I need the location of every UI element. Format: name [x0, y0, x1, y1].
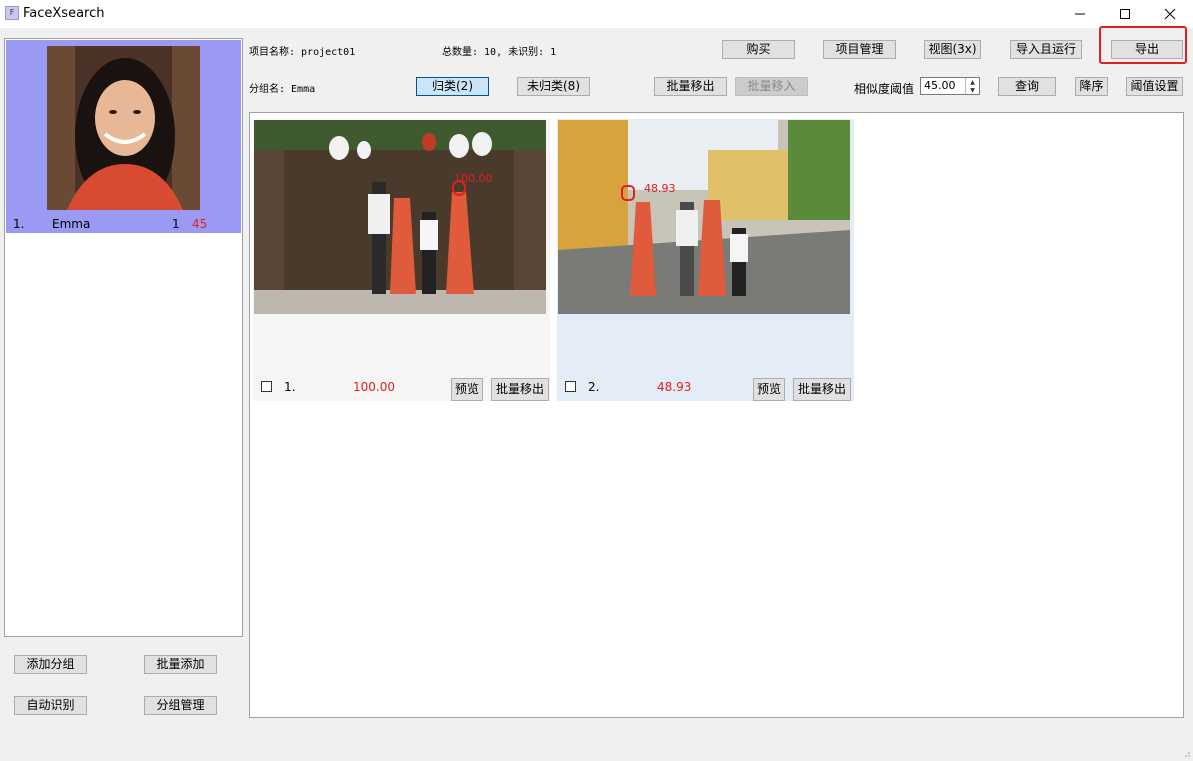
buy-button[interactable]: 购买: [722, 40, 795, 59]
batch-move-out-button[interactable]: 批量移出: [654, 77, 727, 96]
project-name-label: 项目名称: project01: [249, 47, 356, 58]
window-title: FaceXsearch: [23, 6, 105, 21]
close-button[interactable]: [1147, 0, 1193, 28]
export-highlight: [1099, 26, 1187, 64]
result-photo[interactable]: 100.00: [254, 120, 546, 314]
batch-move-in-button[interactable]: 批量移入: [735, 77, 808, 96]
spin-arrows[interactable]: ▲ ▼: [965, 78, 979, 94]
sort-desc-button[interactable]: 降序: [1075, 77, 1108, 96]
result-score: 48.93: [657, 380, 692, 394]
project-manage-button[interactable]: 项目管理: [823, 40, 896, 59]
move-out-button[interactable]: 批量移出: [491, 378, 549, 401]
face-score-overlay: 100.00: [454, 172, 493, 185]
face-score-overlay: 48.93: [644, 182, 676, 195]
app-icon: F: [5, 6, 19, 20]
result-score: 100.00: [353, 380, 395, 394]
card-footer: 1. 100.00 预览 批量移出: [253, 374, 550, 401]
close-icon: [1164, 8, 1176, 20]
group-count: 1: [172, 217, 180, 231]
spin-up-icon[interactable]: ▲: [966, 78, 979, 86]
result-card[interactable]: 100.00 1. 100.00 预览 批量移出: [253, 119, 550, 401]
family-photo-2: [558, 120, 850, 314]
result-photo[interactable]: 48.93: [558, 120, 850, 314]
group-item-emma[interactable]: 1. Emma 1 45: [6, 40, 241, 233]
card-footer: 2. 48.93 预览 批量移出: [557, 374, 854, 401]
import-run-button[interactable]: 导入且运行: [1010, 40, 1082, 59]
result-card[interactable]: 48.93 2. 48.93 预览 批量移出: [557, 119, 854, 401]
result-index: 1.: [284, 380, 296, 394]
group-name-label: 分组名: Emma: [249, 84, 316, 95]
threshold-settings-button[interactable]: 阈值设置: [1126, 77, 1183, 96]
similarity-label: 相似度阈值: [854, 82, 915, 96]
select-checkbox[interactable]: [565, 381, 576, 392]
group-list[interactable]: 1. Emma 1 45: [4, 38, 243, 637]
view-button[interactable]: 视图(3x): [924, 40, 981, 59]
move-out-button[interactable]: 批量移出: [793, 378, 851, 401]
preview-button[interactable]: 预览: [753, 378, 785, 401]
resize-grip-icon[interactable]: [1183, 747, 1191, 757]
result-index: 2.: [588, 380, 600, 394]
select-checkbox[interactable]: [261, 381, 272, 392]
unclassified-tab[interactable]: 未归类(8): [517, 77, 590, 96]
classified-tab[interactable]: 归类(2): [416, 77, 489, 96]
auto-recognize-button[interactable]: 自动识别: [14, 696, 87, 715]
minimize-icon: [1075, 13, 1085, 15]
similarity-threshold-spinbox[interactable]: 45.00 ▲ ▼: [920, 77, 980, 95]
query-button[interactable]: 查询: [998, 77, 1056, 96]
group-index: 1.: [13, 217, 25, 231]
portrait-image: [47, 46, 200, 210]
similarity-value: 45.00: [924, 79, 956, 92]
maximize-icon: [1120, 9, 1130, 19]
total-count-label: 总数量: 10, 未识别: 1: [442, 47, 557, 58]
preview-button[interactable]: 预览: [451, 378, 483, 401]
group-avatar: [47, 46, 200, 210]
minimize-button[interactable]: [1057, 0, 1103, 28]
batch-add-button[interactable]: 批量添加: [144, 655, 217, 674]
group-score: 45: [192, 217, 208, 231]
add-group-button[interactable]: 添加分组: [14, 655, 87, 674]
maximize-button[interactable]: [1102, 0, 1148, 28]
results-panel[interactable]: 100.00 1. 100.00 预览 批量移出 48.93 2. 48.93 …: [249, 112, 1184, 718]
title-bar: F FaceXsearch: [0, 0, 1193, 28]
group-manage-button[interactable]: 分组管理: [144, 696, 217, 715]
group-name: Emma: [52, 217, 91, 231]
family-photo-1: [254, 120, 546, 314]
spin-down-icon[interactable]: ▼: [966, 86, 979, 94]
